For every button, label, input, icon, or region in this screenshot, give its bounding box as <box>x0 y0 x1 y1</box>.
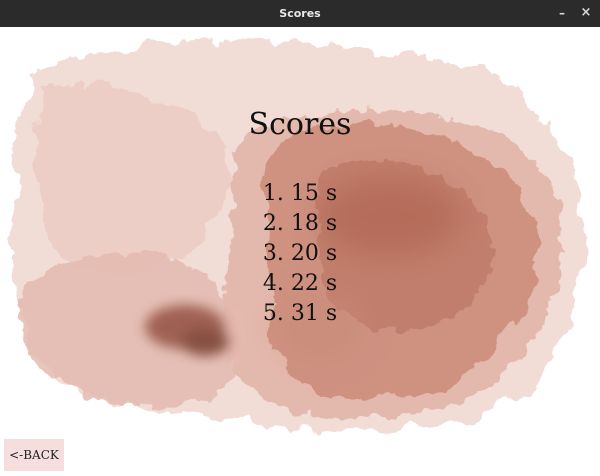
score-item: 1. 15 s <box>262 181 338 206</box>
app-window: Scores – × Scores 1. 15 s 2. 18 s 3. 20 … <box>0 0 600 476</box>
score-list: 1. 15 s 2. 18 s 3. 20 s 4. 22 s 5. 31 s <box>0 179 600 329</box>
back-button[interactable]: <-BACK <box>4 439 64 471</box>
minimize-icon[interactable]: – <box>552 4 572 22</box>
close-icon[interactable]: × <box>576 4 596 22</box>
title-bar[interactable]: Scores – × <box>0 0 600 27</box>
scores-screen: Scores 1. 15 s 2. 18 s 3. 20 s 4. 22 s 5… <box>0 27 600 476</box>
score-item: 5. 31 s <box>262 301 338 326</box>
score-item: 4. 22 s <box>262 271 338 296</box>
window-title: Scores <box>279 7 321 20</box>
score-item: 2. 18 s <box>262 211 338 236</box>
score-item: 3. 20 s <box>262 241 338 266</box>
page-title: Scores <box>248 107 352 142</box>
